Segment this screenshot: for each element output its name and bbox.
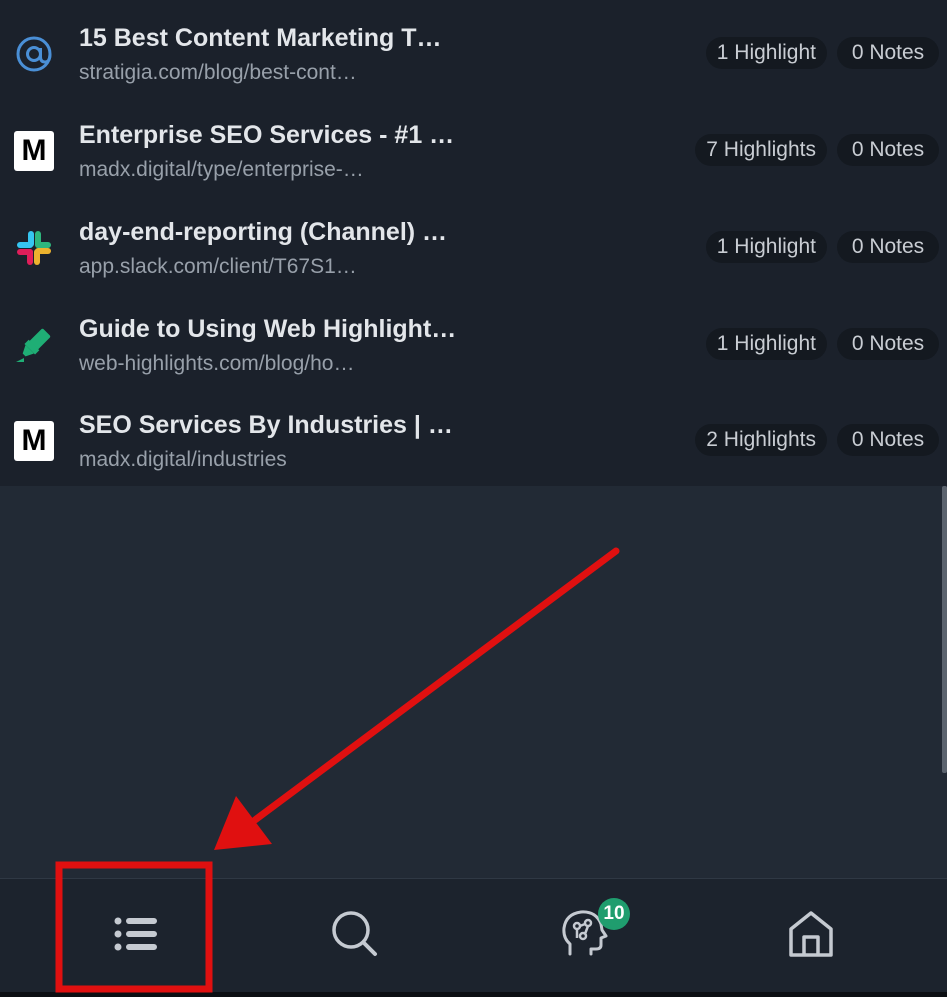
highlights-count-badge[interactable]: 1 Highlight xyxy=(705,328,827,360)
notes-count-badge[interactable]: 0 Notes xyxy=(837,424,939,456)
search-icon xyxy=(332,911,377,956)
slack-logo-icon xyxy=(14,228,54,268)
logo-letter: M xyxy=(21,134,47,167)
highlights-count-badge[interactable]: 2 Highlights xyxy=(695,424,827,456)
highlights-count-badge[interactable]: 1 Highlight xyxy=(705,37,827,69)
page-title: 15 Best Content Marketing T… xyxy=(79,24,442,52)
insights-button[interactable]: 10 xyxy=(514,879,654,989)
page-title: day-end-reporting (Channel) … xyxy=(79,218,448,246)
m-logo-icon: M xyxy=(14,131,54,171)
page-title: SEO Services By Industries | … xyxy=(79,411,453,439)
system-bar xyxy=(0,992,947,997)
page-url: madx.digital/industries xyxy=(79,448,287,471)
app-screen: 15 Best Content Marketing T… stratigia.c… xyxy=(0,0,947,997)
list-item[interactable]: Guide to Using Web Highlight… web-highli… xyxy=(0,293,947,390)
scrollbar[interactable] xyxy=(942,486,947,773)
notification-badge: 10 xyxy=(598,898,630,930)
highlights-count-badge[interactable]: 7 Highlights xyxy=(695,134,827,166)
at-sign-icon xyxy=(14,34,54,74)
page-url: madx.digital/type/enterprise-… xyxy=(79,158,364,181)
list-view-button[interactable] xyxy=(66,879,206,989)
notes-count-badge[interactable]: 0 Notes xyxy=(837,37,939,69)
search-button[interactable] xyxy=(285,879,425,989)
home-icon xyxy=(789,911,833,957)
highlighter-icon xyxy=(14,325,54,365)
list-item[interactable]: day-end-reporting (Channel) … app.slack.… xyxy=(0,196,947,293)
highlights-count-badge[interactable]: 1 Highlight xyxy=(705,231,827,263)
annotation-arrow-shaft xyxy=(251,547,620,824)
page-url: app.slack.com/client/T67S1… xyxy=(79,255,357,278)
page-title: Guide to Using Web Highlight… xyxy=(79,315,457,343)
bottom-navigation: 10 xyxy=(0,878,947,997)
list-icon xyxy=(114,917,157,951)
notes-count-badge[interactable]: 0 Notes xyxy=(837,134,939,166)
notes-count-badge[interactable]: 0 Notes xyxy=(837,328,939,360)
page-url: stratigia.com/blog/best-cont… xyxy=(79,61,357,84)
page-list: 15 Best Content Marketing T… stratigia.c… xyxy=(0,0,947,486)
list-item[interactable]: M SEO Services By Industries | … madx.di… xyxy=(0,389,947,486)
notes-count-badge[interactable]: 0 Notes xyxy=(837,231,939,263)
m-logo-icon: M xyxy=(14,421,54,461)
list-item[interactable]: 15 Best Content Marketing T… stratigia.c… xyxy=(0,2,947,99)
page-title: Enterprise SEO Services - #1 … xyxy=(79,121,455,149)
home-button[interactable] xyxy=(741,879,881,989)
annotation-arrow-head xyxy=(214,796,272,850)
list-item[interactable]: M Enterprise SEO Services - #1 … madx.di… xyxy=(0,99,947,196)
page-url: web-highlights.com/blog/ho… xyxy=(79,352,355,375)
logo-letter: M xyxy=(21,424,47,457)
